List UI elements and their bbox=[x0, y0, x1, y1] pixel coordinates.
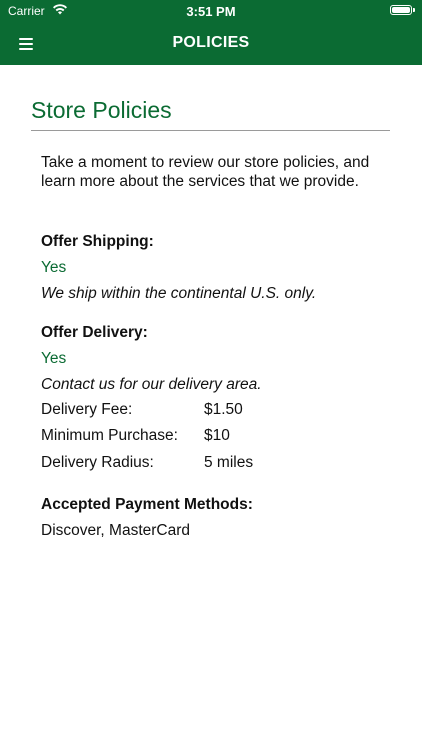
intro-text: Take a moment to review our store polici… bbox=[41, 154, 370, 190]
nav-bar: POLICIES bbox=[0, 22, 422, 65]
delivery-value: Yes bbox=[41, 350, 67, 367]
battery-icon bbox=[390, 5, 412, 15]
nav-title: POLICIES bbox=[172, 34, 250, 51]
status-bar: Carrier 3:51 PM bbox=[0, 0, 422, 22]
title-divider bbox=[31, 130, 390, 131]
delivery-radius-value: 5 miles bbox=[204, 454, 254, 471]
delivery-fee-row: Delivery Fee: $1.50 bbox=[41, 401, 243, 419]
page-title: Store Policies bbox=[31, 97, 172, 123]
app-header: Carrier 3:51 PM POLICIES bbox=[0, 0, 422, 65]
shipping-value: Yes bbox=[41, 259, 67, 276]
delivery-label: Offer Delivery: bbox=[41, 324, 148, 341]
payment-label: Accepted Payment Methods: bbox=[41, 496, 253, 513]
payment-value: Discover, MasterCard bbox=[41, 522, 191, 539]
delivery-radius-row: Delivery Radius: 5 miles bbox=[41, 454, 253, 472]
battery-tip bbox=[413, 8, 415, 12]
minimum-purchase-value: $10 bbox=[204, 427, 230, 444]
delivery-fee-value: $1.50 bbox=[204, 401, 243, 418]
minimum-purchase-row: Minimum Purchase: $10 bbox=[41, 427, 230, 445]
delivery-radius-key: Delivery Radius: bbox=[41, 454, 154, 471]
delivery-fee-key: Delivery Fee: bbox=[41, 401, 133, 418]
shipping-note: We ship within the continental U.S. only… bbox=[41, 285, 317, 302]
status-time: 3:51 PM bbox=[186, 4, 236, 19]
minimum-purchase-key: Minimum Purchase: bbox=[41, 427, 178, 444]
shipping-label: Offer Shipping: bbox=[41, 233, 154, 250]
delivery-note: Contact us for our delivery area. bbox=[41, 376, 262, 393]
